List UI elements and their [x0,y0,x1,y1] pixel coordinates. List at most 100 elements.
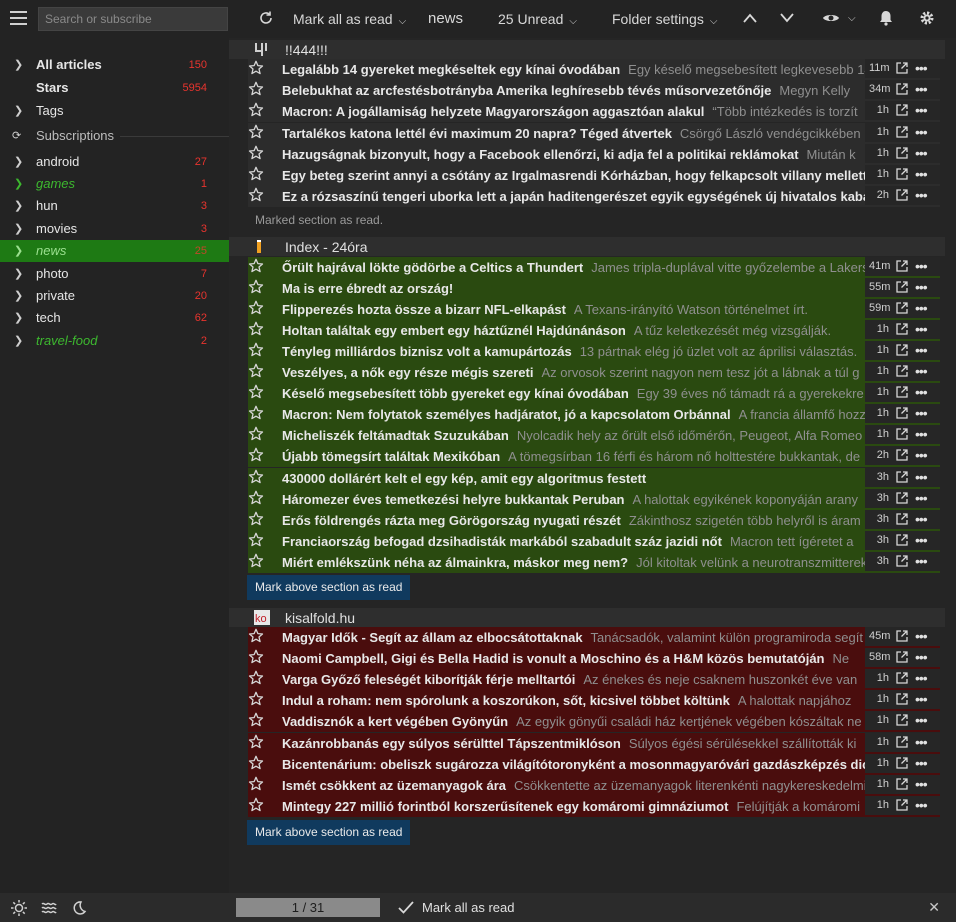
more-options-icon[interactable]: ••• [915,405,928,421]
sidebar-item-photo[interactable]: ❯ photo 7 [0,263,229,285]
external-link-icon[interactable] [896,260,908,272]
article-row[interactable]: Naomi Campbell, Gigi és Bella Hadid is v… [248,648,940,670]
star-icon[interactable] [248,649,264,665]
more-options-icon[interactable]: ••• [915,187,928,203]
article-row[interactable]: Hazugságnak bizonyult, hogy a Facebook e… [248,143,940,165]
sun-icon[interactable] [11,900,27,916]
chevron-down-icon[interactable] [779,11,795,28]
more-options-icon[interactable]: ••• [915,691,928,707]
external-link-icon[interactable] [896,799,908,811]
section-header[interactable]: !!444!!! [229,40,945,59]
more-options-icon[interactable]: ••• [915,490,928,506]
article-row[interactable]: Belebukhat az arcfestésbotrányba Amerika… [248,80,940,102]
article-row[interactable]: Micheliszék feltámadtak Szuzukában Nyolca… [248,425,940,447]
article-row[interactable]: Háromezer éves temetkezési helyre bukkan… [248,488,940,510]
article-row[interactable]: Egy beteg szerint annyi a csótány az Irg… [248,165,940,186]
more-options-icon[interactable]: ••• [915,279,928,295]
eye-icon[interactable] [822,12,840,27]
sidebar-item-private[interactable]: ❯ private 20 [0,285,229,307]
star-icon[interactable] [248,279,264,295]
more-options-icon[interactable]: ••• [915,511,928,527]
mark-all-read-dropdown[interactable]: Mark all as read ⌵ [293,11,406,27]
external-link-icon[interactable] [896,735,908,748]
article-row[interactable]: Franciaország befogad dzsihadisták marká… [248,530,940,552]
external-link-icon[interactable] [896,470,908,483]
section-header[interactable]: Index - 24óra [229,237,945,256]
more-options-icon[interactable]: ••• [915,734,928,750]
external-link-icon[interactable] [896,428,908,441]
mark-section-read-button[interactable]: Mark above section as read [247,820,411,845]
article-row[interactable]: Flipperezés hozta össze a bizarr NFL-elk… [248,299,940,321]
external-link-icon[interactable] [896,168,908,180]
article-row[interactable]: Miért emlékszünk néha az álmainkra, másk… [248,551,940,573]
star-icon[interactable] [248,166,264,182]
star-icon[interactable] [248,511,264,527]
star-icon[interactable] [248,187,264,203]
more-options-icon[interactable]: ••• [915,145,928,161]
external-link-icon[interactable] [896,344,908,356]
article-row[interactable]: Ismét csökkent az üzemanyagok ára Csökken… [248,774,940,796]
more-options-icon[interactable]: ••• [915,447,928,463]
external-link-icon[interactable] [896,83,908,95]
gear-icon[interactable] [919,10,935,29]
external-link-icon[interactable] [896,672,908,684]
sidebar-item-travel-food[interactable]: ❯ travel-food 2 [0,330,229,352]
external-link-icon[interactable] [896,302,908,314]
star-icon[interactable] [248,60,264,76]
star-icon[interactable] [248,670,264,686]
article-row[interactable]: Veszélyes, a nők egy része mégis szereti… [248,362,940,384]
external-link-icon[interactable] [896,125,908,138]
external-link-icon[interactable] [896,281,908,293]
external-link-icon[interactable] [896,651,908,663]
more-options-icon[interactable]: ••• [915,628,928,644]
sidebar-item-stars[interactable]: Stars 5954 [0,77,229,99]
external-link-icon[interactable] [896,189,908,201]
mark-section-read-button[interactable]: Mark above section as read [247,575,411,600]
star-icon[interactable] [248,797,264,813]
more-options-icon[interactable]: ••• [915,776,928,792]
external-link-icon[interactable] [896,104,908,117]
external-link-icon[interactable] [896,756,908,769]
more-options-icon[interactable]: ••• [915,60,928,76]
section-header[interactable]: ko kisalfold.hu [229,608,945,627]
article-row[interactable]: Ez a rózsaszínű tengeri uborka lett a ja… [248,186,940,208]
refresh-icon[interactable] [258,10,274,29]
star-icon[interactable] [248,469,264,485]
chevron-down-icon[interactable]: ⌵ [848,13,856,24]
external-link-icon[interactable] [896,365,908,377]
search-input[interactable]: Search or subscribe [38,7,228,31]
star-icon[interactable] [248,553,264,569]
more-options-icon[interactable]: ••• [915,797,928,813]
folder-settings-dropdown[interactable]: Folder settings ⌵ [612,11,717,27]
sidebar-item-games[interactable]: ❯ games 1 [0,173,229,195]
article-row[interactable]: Őrült hajrával lökte gödörbe a Celtics a… [248,257,940,278]
star-icon[interactable] [248,712,264,728]
more-options-icon[interactable]: ••• [915,426,928,442]
more-options-icon[interactable]: ••• [915,166,928,182]
more-options-icon[interactable]: ••• [915,553,928,569]
external-link-icon[interactable] [896,714,908,727]
article-row[interactable]: Magyar Idők - Segít az állam az elbocsát… [248,627,940,648]
star-icon[interactable] [248,426,264,442]
more-options-icon[interactable]: ••• [915,670,928,686]
subscriptions-header[interactable]: ⟳ Subscriptions [0,125,229,147]
external-link-icon[interactable] [896,449,908,462]
star-icon[interactable] [248,628,264,644]
external-link-icon[interactable] [896,555,908,567]
star-icon[interactable] [248,447,264,463]
more-options-icon[interactable]: ••• [915,532,928,548]
star-icon[interactable] [248,405,264,421]
article-row[interactable]: Tényleg milliárdos biznisz volt a kamupá… [248,341,940,363]
external-link-icon[interactable] [896,778,908,790]
more-options-icon[interactable]: ••• [915,712,928,728]
sidebar-item-movies[interactable]: ❯ movies 3 [0,218,229,240]
external-link-icon[interactable] [896,533,908,546]
more-options-icon[interactable]: ••• [915,81,928,97]
close-icon[interactable]: ✕ [928,899,940,916]
article-row[interactable]: 430000 dollárért kelt el egy kép, amit e… [248,467,940,489]
external-link-icon[interactable] [896,386,908,398]
more-options-icon[interactable]: ••• [915,124,928,140]
star-icon[interactable] [248,102,264,118]
more-options-icon[interactable]: ••• [915,258,928,274]
more-options-icon[interactable]: ••• [915,755,928,771]
